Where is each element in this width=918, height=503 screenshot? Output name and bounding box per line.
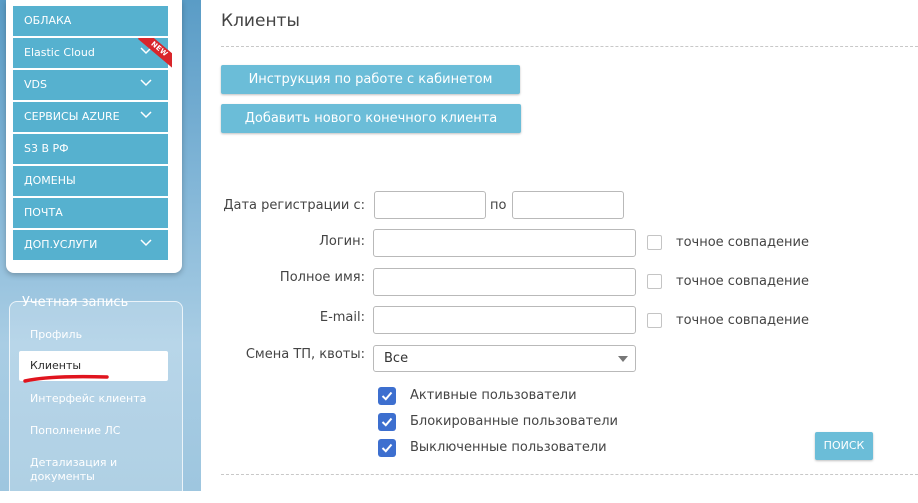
menu-item-label: VDS	[24, 78, 47, 91]
exact-match-label: точное совпадение	[676, 235, 809, 250]
login-exact-match-checkbox[interactable]	[647, 235, 662, 250]
sidebar-item-label: Пополнение ЛС	[30, 424, 121, 437]
sidebar-item-label: Детализация и документы	[30, 456, 118, 483]
active-users-label: Активные пользователи	[410, 388, 577, 403]
menu-item-label: СЕРВИСЫ AZURE	[24, 110, 120, 123]
sidebar-item-label: Профиль	[30, 328, 83, 341]
tariff-select[interactable]: Все	[373, 345, 636, 372]
menu-item-label: ОБЛАКА	[24, 14, 72, 27]
instructions-button[interactable]: Инструкция по работе с кабинетом	[221, 65, 520, 94]
menu-item-label: Elastic Cloud	[24, 46, 95, 59]
menu-item-vds[interactable]: VDS	[13, 70, 168, 100]
chevron-down-icon	[140, 111, 152, 119]
sidebar: ОБЛАКА Elastic Cloud NEW VDS СЕРВИСЫ AZU…	[0, 0, 201, 503]
reg-date-to-label: по	[490, 198, 507, 213]
login-label: Логин:	[319, 234, 365, 249]
reg-date-from-input[interactable]	[374, 191, 486, 219]
blocked-users-checkbox[interactable]	[378, 413, 396, 431]
tariff-select-value: Все	[384, 351, 409, 366]
sidebar-item-label: Интерфейс клиента	[30, 392, 147, 405]
checkmark-icon	[381, 443, 393, 453]
fullname-exact-match-checkbox[interactable]	[647, 274, 662, 289]
sidebar-item-top-up[interactable]: Пополнение ЛС	[19, 424, 168, 438]
email-input[interactable]	[373, 306, 636, 334]
reg-date-to-input[interactable]	[512, 191, 624, 219]
reg-date-label: Дата регистрации с:	[223, 198, 365, 213]
menu-item-label: ДОМЕНЫ	[24, 174, 76, 187]
divider	[221, 474, 918, 475]
email-label: E-mail:	[319, 310, 365, 325]
fullname-label: Полное имя:	[279, 270, 365, 285]
active-users-checkbox[interactable]	[378, 387, 396, 405]
disabled-users-checkbox[interactable]	[378, 439, 396, 457]
disabled-users-label: Выключенные пользователи	[410, 440, 607, 455]
red-underline-annotation	[23, 374, 109, 383]
menu-item-azure-services[interactable]: СЕРВИСЫ AZURE	[13, 102, 168, 132]
menu-item-label: S3 В РФ	[24, 142, 69, 155]
menu-item-domains[interactable]: ДОМЕНЫ	[13, 166, 168, 196]
new-badge: NEW	[138, 38, 172, 72]
sidebar-item-details-documents[interactable]: Детализация и документы	[19, 456, 139, 484]
account-section-title: Учетная запись	[22, 295, 129, 310]
page-title: Клиенты	[221, 11, 300, 31]
menu-item-clouds[interactable]: ОБЛАКА	[13, 6, 168, 36]
menu-item-extra-services[interactable]: ДОП.УСЛУГИ	[13, 230, 168, 260]
login-input[interactable]	[373, 229, 636, 257]
new-badge-label: NEW	[138, 38, 172, 69]
chevron-down-icon	[140, 239, 152, 247]
divider	[221, 46, 918, 47]
checkmark-icon	[381, 417, 393, 427]
menu-item-label: ДОП.УСЛУГИ	[24, 238, 98, 251]
sidebar-item-client-interface[interactable]: Интерфейс клиента	[19, 392, 168, 406]
sidebar-item-profile[interactable]: Профиль	[19, 328, 168, 342]
menu-item-mail[interactable]: ПОЧТА	[13, 198, 168, 228]
menu-item-s3[interactable]: S3 В РФ	[13, 134, 168, 164]
exact-match-label: точное совпадение	[676, 313, 809, 328]
sidebar-item-label: Клиенты	[30, 359, 82, 372]
email-exact-match-checkbox[interactable]	[647, 313, 662, 328]
chevron-down-icon	[140, 79, 152, 87]
select-arrow-icon	[618, 356, 628, 362]
tariff-label: Смена ТП, квоты:	[245, 347, 365, 362]
menu-item-elastic-cloud[interactable]: Elastic Cloud NEW	[13, 38, 172, 69]
menu-item-label: ПОЧТА	[24, 206, 63, 219]
exact-match-label: точное совпадение	[676, 274, 809, 289]
fullname-input[interactable]	[373, 268, 636, 296]
checkmark-icon	[381, 391, 393, 401]
search-button[interactable]: ПОИСК	[815, 432, 873, 460]
add-client-button[interactable]: Добавить нового конечного клиента	[221, 104, 521, 133]
blocked-users-label: Блокированные пользователи	[410, 414, 618, 429]
